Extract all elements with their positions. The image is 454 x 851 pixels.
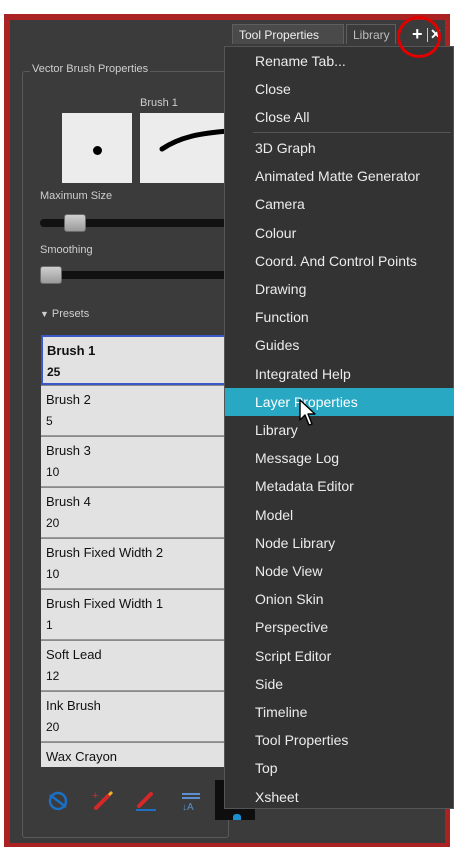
tab-library[interactable]: Library xyxy=(346,24,396,44)
preset-item[interactable]: Brush 4 20 xyxy=(41,488,227,538)
swatch-indicator xyxy=(233,814,241,820)
menu-item[interactable]: Guides xyxy=(225,331,454,359)
brush-stroke-icon xyxy=(159,128,233,152)
menu-item[interactable]: Top xyxy=(225,754,454,782)
menu-item[interactable]: Tool Properties xyxy=(225,726,454,754)
menu-item[interactable]: Script Editor xyxy=(225,642,454,670)
menu-item[interactable]: Layer Properties xyxy=(225,387,454,416)
max-size-slider[interactable] xyxy=(40,214,230,232)
edit-brush-icon[interactable] xyxy=(133,788,159,814)
menu-item[interactable]: Rename Tab... xyxy=(225,47,454,75)
preset-name: Ink Brush xyxy=(46,698,101,713)
tab-tool-properties[interactable]: Tool Properties xyxy=(232,24,344,44)
preset-size: 20 xyxy=(46,720,60,734)
brush-name-label: Brush 1 xyxy=(140,97,178,109)
brush-tip-preview xyxy=(62,113,132,183)
preset-name: Brush 1 xyxy=(47,343,96,358)
menu-item[interactable]: Node View xyxy=(225,557,454,585)
new-preset-icon[interactable] xyxy=(45,788,71,814)
tab-menu-button[interactable]: + ✕ xyxy=(404,24,446,46)
menu-item[interactable]: Metadata Editor xyxy=(225,472,454,500)
menu-item[interactable]: Xsheet xyxy=(225,783,454,811)
smoothing-label: Smoothing xyxy=(40,244,93,256)
preset-size: 1 xyxy=(46,618,53,632)
svg-text:+: + xyxy=(92,790,98,802)
menu-item[interactable]: Integrated Help xyxy=(225,360,454,388)
preset-item[interactable]: Brush Fixed Width 2 10 xyxy=(41,539,227,589)
brush-stroke-preview xyxy=(140,113,233,183)
menu-item[interactable]: 3D Graph xyxy=(225,134,454,162)
presets-label: Presets xyxy=(51,308,90,320)
preset-size: 25 xyxy=(47,365,61,379)
preset-item[interactable]: Brush 3 10 xyxy=(41,437,227,487)
menu-item[interactable]: Colour xyxy=(225,219,454,247)
group-title: Vector Brush Properties xyxy=(30,63,151,75)
preset-name: Brush Fixed Width 1 xyxy=(46,596,164,611)
preset-list[interactable]: Brush 1 25 Brush 2 5 Brush 3 10 Brush 4 20 Brush… xyxy=(41,335,227,767)
preset-name: Brush 2 xyxy=(46,392,91,407)
menu-item[interactable]: Timeline xyxy=(225,698,454,726)
plus-icon: + xyxy=(412,24,423,44)
presets-toggle[interactable]: ▼ Presets xyxy=(40,308,89,320)
menu-item[interactable]: Model xyxy=(225,501,454,529)
smoothing-slider-handle[interactable] xyxy=(40,266,62,284)
preset-item[interactable]: Soft Lead 12 xyxy=(41,641,227,691)
menu-item[interactable]: Close All xyxy=(225,103,454,131)
menu-item[interactable]: Side xyxy=(225,670,454,698)
preset-size: 5 xyxy=(46,414,53,428)
preset-size: 20 xyxy=(46,516,60,530)
import-export-icon[interactable]: ↓A xyxy=(178,788,204,814)
max-size-slider-handle[interactable] xyxy=(63,214,86,232)
triangle-down-icon: ▼ xyxy=(40,309,49,319)
close-x-icon: ✕ xyxy=(430,26,442,42)
svg-text:↓A: ↓A xyxy=(182,802,194,813)
brush-dot-icon xyxy=(93,146,102,155)
preset-item[interactable]: Wax Crayon xyxy=(41,743,227,767)
menu-item[interactable]: Message Log xyxy=(225,444,454,472)
preset-item[interactable]: Brush 2 5 xyxy=(41,386,227,436)
tab-menu-divider xyxy=(427,28,428,42)
preset-item[interactable]: Brush Fixed Width 1 1 xyxy=(41,590,227,640)
menu-separator xyxy=(253,132,451,133)
preset-name: Soft Lead xyxy=(46,647,102,662)
preset-name: Brush Fixed Width 2 xyxy=(46,545,164,560)
menu-item[interactable]: Drawing xyxy=(225,275,454,303)
menu-item[interactable]: Function xyxy=(225,303,454,331)
preset-name: Brush 3 xyxy=(46,443,91,458)
preset-item[interactable]: Brush 1 25 xyxy=(41,335,227,385)
smoothing-slider[interactable] xyxy=(40,266,230,284)
menu-item[interactable]: Animated Matte Generator xyxy=(225,162,454,190)
menu-item[interactable]: Library xyxy=(225,416,454,444)
add-brush-icon[interactable]: + xyxy=(90,788,116,814)
preset-size: 10 xyxy=(46,567,60,581)
menu-item[interactable]: Camera xyxy=(225,190,454,218)
preset-name: Wax Crayon xyxy=(46,749,118,764)
preset-size: 10 xyxy=(46,465,60,479)
menu-item[interactable]: Close xyxy=(225,75,454,103)
preset-name: Brush 4 xyxy=(46,494,91,509)
preset-item[interactable]: Ink Brush 20 xyxy=(41,692,227,742)
menu-item[interactable]: Onion Skin xyxy=(225,585,454,613)
max-size-label: Maximum Size xyxy=(40,190,113,202)
menu-item[interactable]: Coord. And Control Points xyxy=(225,247,454,275)
menu-item[interactable]: Node Library xyxy=(225,529,454,557)
preset-size: 12 xyxy=(46,669,60,683)
tab-context-menu: Rename Tab... Close Close All 3D Graph Anima… xyxy=(224,46,454,809)
menu-item[interactable]: Perspective xyxy=(225,613,454,641)
